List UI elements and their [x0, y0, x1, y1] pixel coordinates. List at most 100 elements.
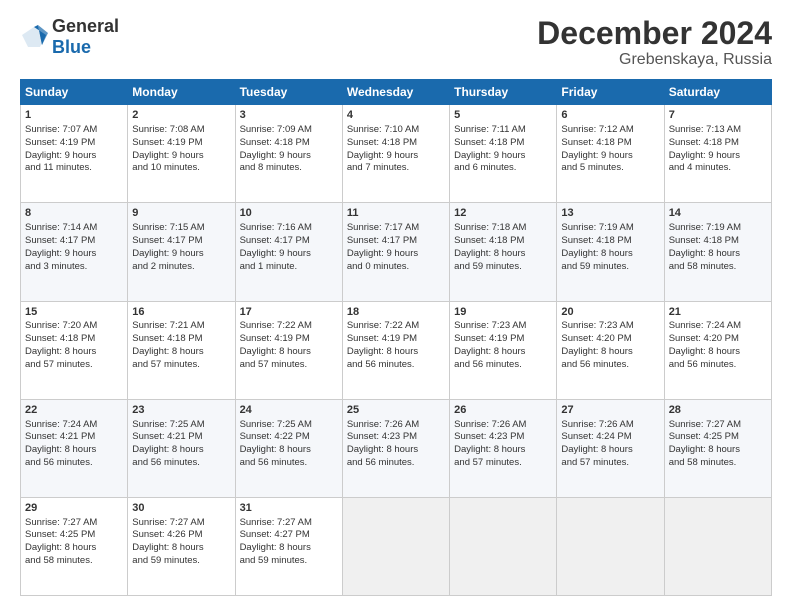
- day-number: 6: [561, 108, 659, 123]
- day-info-line: Daylight: 9 hours: [347, 248, 445, 261]
- day-number: 19: [454, 305, 552, 320]
- calendar-cell: 26Sunrise: 7:26 AMSunset: 4:23 PMDayligh…: [450, 399, 557, 497]
- calendar-cell: 23Sunrise: 7:25 AMSunset: 4:21 PMDayligh…: [128, 399, 235, 497]
- day-info-line: Daylight: 8 hours: [132, 542, 230, 555]
- day-info-line: Daylight: 8 hours: [669, 444, 767, 457]
- day-info-line: Sunrise: 7:16 AM: [240, 222, 338, 235]
- day-info-line: Sunset: 4:19 PM: [132, 137, 230, 150]
- calendar-cell: 8Sunrise: 7:14 AMSunset: 4:17 PMDaylight…: [21, 203, 128, 301]
- day-info-line: Daylight: 9 hours: [347, 150, 445, 163]
- logo: General Blue: [20, 16, 119, 58]
- logo-text: General Blue: [52, 16, 119, 58]
- day-info-line: Daylight: 9 hours: [25, 150, 123, 163]
- day-info-line: Sunrise: 7:09 AM: [240, 124, 338, 137]
- calendar-header: Sunday Monday Tuesday Wednesday Thursday…: [21, 80, 772, 105]
- calendar-week-5: 29Sunrise: 7:27 AMSunset: 4:25 PMDayligh…: [21, 497, 772, 595]
- day-info-line: Daylight: 9 hours: [454, 150, 552, 163]
- day-info-line: Daylight: 8 hours: [561, 346, 659, 359]
- day-number: 26: [454, 403, 552, 418]
- day-info-line: and 10 minutes.: [132, 162, 230, 175]
- day-info-line: Sunrise: 7:11 AM: [454, 124, 552, 137]
- day-info-line: and 56 minutes.: [561, 359, 659, 372]
- day-info-line: Daylight: 8 hours: [347, 444, 445, 457]
- day-info-line: and 58 minutes.: [669, 457, 767, 470]
- calendar-week-4: 22Sunrise: 7:24 AMSunset: 4:21 PMDayligh…: [21, 399, 772, 497]
- day-info-line: Sunset: 4:20 PM: [669, 333, 767, 346]
- calendar-cell: [450, 497, 557, 595]
- day-number: 28: [669, 403, 767, 418]
- day-number: 12: [454, 206, 552, 221]
- calendar-body: 1Sunrise: 7:07 AMSunset: 4:19 PMDaylight…: [21, 105, 772, 596]
- day-info-line: Daylight: 8 hours: [25, 542, 123, 555]
- calendar-cell: 16Sunrise: 7:21 AMSunset: 4:18 PMDayligh…: [128, 301, 235, 399]
- logo-blue: Blue: [52, 37, 91, 57]
- day-info-line: and 56 minutes.: [240, 457, 338, 470]
- day-number: 31: [240, 501, 338, 516]
- day-info-line: Daylight: 8 hours: [561, 248, 659, 261]
- day-info-line: Daylight: 8 hours: [240, 542, 338, 555]
- day-info-line: Sunset: 4:17 PM: [25, 235, 123, 248]
- col-wednesday: Wednesday: [342, 80, 449, 105]
- day-info-line: Daylight: 8 hours: [669, 346, 767, 359]
- col-friday: Friday: [557, 80, 664, 105]
- day-info-line: Daylight: 8 hours: [454, 248, 552, 261]
- col-monday: Monday: [128, 80, 235, 105]
- day-info-line: Daylight: 8 hours: [25, 444, 123, 457]
- day-info-line: Sunrise: 7:20 AM: [25, 320, 123, 333]
- calendar-cell: 30Sunrise: 7:27 AMSunset: 4:26 PMDayligh…: [128, 497, 235, 595]
- day-info-line: Sunrise: 7:24 AM: [669, 320, 767, 333]
- calendar-cell: 21Sunrise: 7:24 AMSunset: 4:20 PMDayligh…: [664, 301, 771, 399]
- calendar-cell: 9Sunrise: 7:15 AMSunset: 4:17 PMDaylight…: [128, 203, 235, 301]
- day-info-line: and 56 minutes.: [347, 359, 445, 372]
- day-number: 7: [669, 108, 767, 123]
- day-info-line: Sunrise: 7:23 AM: [561, 320, 659, 333]
- calendar-cell: 13Sunrise: 7:19 AMSunset: 4:18 PMDayligh…: [557, 203, 664, 301]
- day-info-line: Sunrise: 7:27 AM: [240, 517, 338, 530]
- calendar-cell: 1Sunrise: 7:07 AMSunset: 4:19 PMDaylight…: [21, 105, 128, 203]
- day-number: 30: [132, 501, 230, 516]
- day-number: 18: [347, 305, 445, 320]
- page-title: December 2024: [537, 16, 772, 51]
- day-info-line: Sunrise: 7:13 AM: [669, 124, 767, 137]
- day-info-line: Daylight: 8 hours: [561, 444, 659, 457]
- day-info-line: Sunrise: 7:23 AM: [454, 320, 552, 333]
- calendar-cell: 20Sunrise: 7:23 AMSunset: 4:20 PMDayligh…: [557, 301, 664, 399]
- day-info-line: and 56 minutes.: [132, 457, 230, 470]
- day-info-line: Daylight: 9 hours: [669, 150, 767, 163]
- day-info-line: Sunset: 4:19 PM: [347, 333, 445, 346]
- day-info-line: Sunset: 4:25 PM: [669, 431, 767, 444]
- day-info-line: Sunrise: 7:15 AM: [132, 222, 230, 235]
- day-info-line: and 57 minutes.: [132, 359, 230, 372]
- day-info-line: Sunset: 4:18 PM: [454, 235, 552, 248]
- calendar-cell: 29Sunrise: 7:27 AMSunset: 4:25 PMDayligh…: [21, 497, 128, 595]
- day-number: 24: [240, 403, 338, 418]
- day-info-line: Sunset: 4:19 PM: [25, 137, 123, 150]
- day-info-line: Sunset: 4:25 PM: [25, 529, 123, 542]
- generalblue-logo-icon: [20, 25, 48, 49]
- calendar-cell: 28Sunrise: 7:27 AMSunset: 4:25 PMDayligh…: [664, 399, 771, 497]
- col-saturday: Saturday: [664, 80, 771, 105]
- day-info-line: Sunrise: 7:27 AM: [25, 517, 123, 530]
- day-number: 14: [669, 206, 767, 221]
- day-info-line: and 58 minutes.: [25, 555, 123, 568]
- col-tuesday: Tuesday: [235, 80, 342, 105]
- col-thursday: Thursday: [450, 80, 557, 105]
- day-info-line: Sunrise: 7:26 AM: [561, 419, 659, 432]
- day-info-line: Sunrise: 7:27 AM: [669, 419, 767, 432]
- day-info-line: and 8 minutes.: [240, 162, 338, 175]
- header-row: Sunday Monday Tuesday Wednesday Thursday…: [21, 80, 772, 105]
- day-info-line: Sunset: 4:17 PM: [240, 235, 338, 248]
- header: General Blue December 2024 Grebenskaya, …: [20, 16, 772, 69]
- day-info-line: Daylight: 8 hours: [669, 248, 767, 261]
- day-info-line: Sunset: 4:19 PM: [454, 333, 552, 346]
- day-info-line: Sunrise: 7:26 AM: [347, 419, 445, 432]
- calendar-cell: [664, 497, 771, 595]
- day-number: 17: [240, 305, 338, 320]
- calendar-cell: 24Sunrise: 7:25 AMSunset: 4:22 PMDayligh…: [235, 399, 342, 497]
- day-info-line: Sunset: 4:26 PM: [132, 529, 230, 542]
- day-info-line: Sunrise: 7:24 AM: [25, 419, 123, 432]
- day-info-line: and 59 minutes.: [454, 261, 552, 274]
- day-info-line: Sunset: 4:20 PM: [561, 333, 659, 346]
- day-info-line: Daylight: 9 hours: [240, 150, 338, 163]
- day-info-line: Sunset: 4:22 PM: [240, 431, 338, 444]
